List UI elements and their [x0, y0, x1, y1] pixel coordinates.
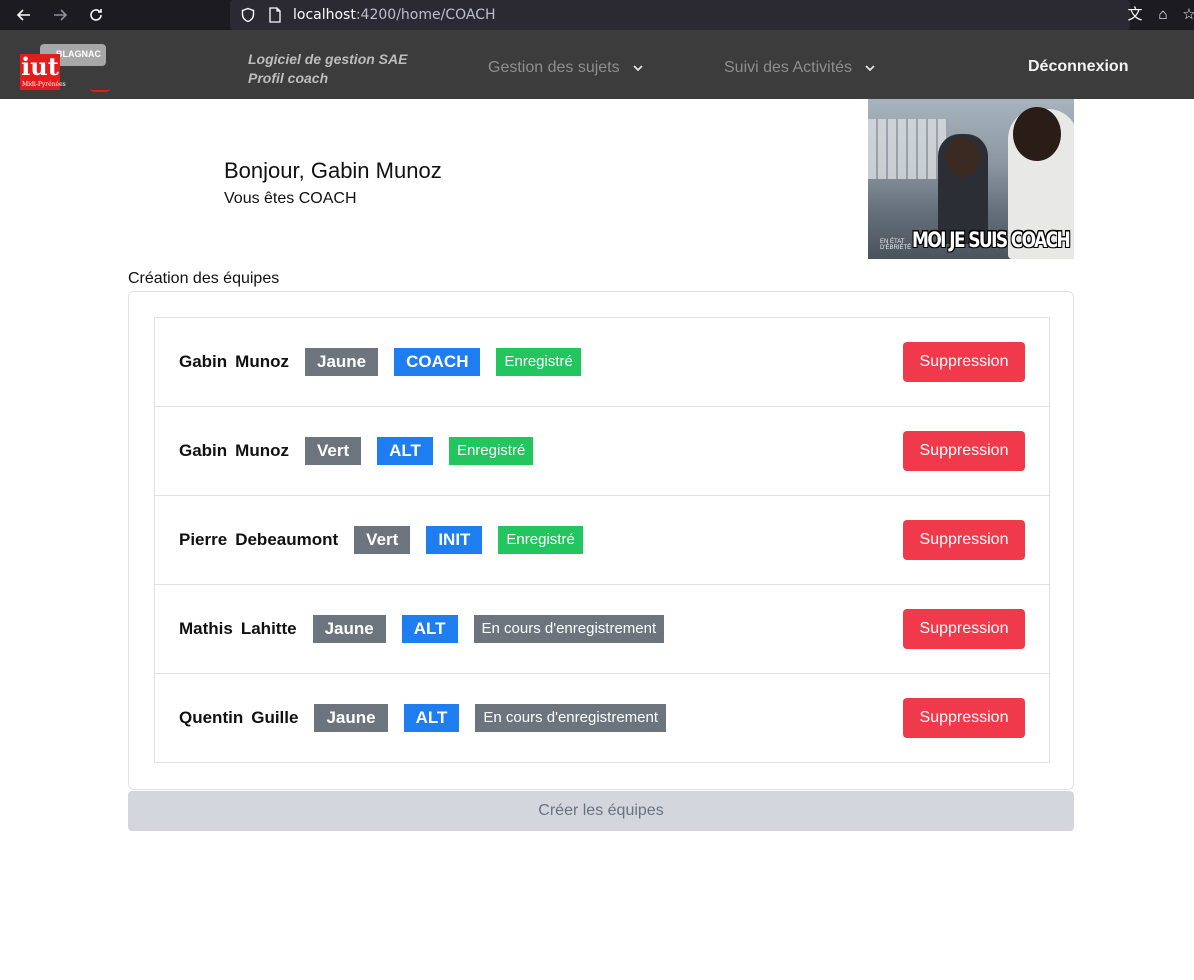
translate-icon[interactable]: 文: [1126, 6, 1144, 24]
team-color-badge: Jaune: [312, 615, 386, 643]
delete-button[interactable]: Suppression: [903, 609, 1025, 649]
logo-swoosh: [90, 88, 110, 92]
home-icon[interactable]: ⌂: [1154, 6, 1172, 24]
back-arrow-icon[interactable]: [14, 5, 34, 25]
star-icon[interactable]: ☆: [1180, 6, 1194, 24]
logout-link[interactable]: Déconnexion: [1028, 58, 1128, 76]
shield-icon[interactable]: [240, 7, 256, 23]
chevron-down-icon: [632, 65, 643, 72]
member-first-name: Gabin: [179, 352, 228, 371]
role-badge: INIT: [426, 526, 483, 554]
meme-watermark: EN ÉTAT D'ÉBRIÉTÉ: [880, 239, 912, 251]
page-icon[interactable]: [268, 7, 282, 23]
app-navbar: BLAGNAC iut Midi-Pyrénées Logiciel de ge…: [0, 30, 1194, 99]
member-first-name: Pierre: [179, 530, 228, 549]
browser-toolbar: localhost:4200/home/COACH 文 ⌂ ☆: [0, 0, 1194, 30]
status-badge: Enregistré: [498, 526, 583, 554]
role-badge: ALT: [403, 704, 460, 732]
role-badge: ALT: [401, 615, 458, 643]
team-member-row: Gabin Munoz Vert ALT Enregistré Suppress…: [154, 406, 1050, 496]
team-color-badge: Jaune: [305, 348, 379, 376]
url-text[interactable]: localhost:4200/home/COACH: [293, 7, 496, 23]
team-color-badge: Jaune: [314, 704, 388, 732]
logo-subtext: Midi-Pyrénées: [22, 81, 66, 88]
member-last-name: Munoz: [235, 441, 289, 460]
member-last-name: Debeaumont: [235, 530, 339, 549]
status-badge: En cours d'enregistrement: [473, 615, 665, 643]
app-subtitle-line1: Logiciel de gestion SAE: [248, 51, 408, 67]
url-bar[interactable]: localhost:4200/home/COACH: [230, 0, 1130, 30]
coach-meme-image: EN ÉTAT D'ÉBRIÉTÉ MOI JE SUIS COACH: [868, 99, 1074, 259]
team-member-row: Quentin Guille Jaune ALT En cours d'enre…: [154, 673, 1050, 763]
menu-activities[interactable]: Suivi des Activités: [724, 59, 876, 77]
meme-background: [868, 119, 948, 179]
member-last-name: Lahitte: [240, 619, 297, 638]
delete-button[interactable]: Suppression: [903, 520, 1025, 560]
teams-card: Gabin Munoz Jaune COACH Enregistré Suppr…: [128, 291, 1074, 790]
create-teams-button[interactable]: Créer les équipes: [128, 791, 1074, 831]
status-badge: Enregistré: [448, 437, 534, 465]
delete-button[interactable]: Suppression: [903, 698, 1025, 738]
status-badge: En cours d'enregistrement: [475, 704, 667, 732]
team-member-row: Mathis Lahitte Jaune ALT En cours d'enre…: [154, 584, 1050, 674]
section-title: Création des équipes: [128, 270, 280, 287]
meme-person-head: [946, 137, 980, 177]
teams-list: Gabin Munoz Jaune COACH Enregistré Suppr…: [154, 317, 1050, 763]
delete-button[interactable]: Suppression: [903, 342, 1025, 382]
member-first-name: Mathis: [179, 619, 233, 638]
member-first-name: Quentin: [179, 708, 244, 727]
reload-icon[interactable]: [86, 5, 106, 25]
chevron-down-icon: [865, 65, 875, 72]
meme-caption: MOI JE SUIS COACH: [912, 228, 1071, 253]
role-badge: ALT: [377, 437, 433, 465]
team-color-badge: Vert: [305, 437, 362, 465]
team-member-row: Pierre Debeaumont Vert INIT Enregistré S…: [154, 495, 1050, 585]
member-last-name: Guille: [251, 708, 299, 727]
team-color-badge: Vert: [354, 526, 411, 554]
member-last-name: Munoz: [235, 352, 289, 371]
menu-subjects-label: Gestion des sujets: [488, 59, 620, 76]
meme-person-head: [1013, 107, 1061, 161]
greeting-role: Vous êtes COACH: [224, 190, 357, 207]
menu-activities-label: Suivi des Activités: [724, 59, 853, 76]
member-first-name: Gabin: [179, 441, 228, 460]
app-subtitle-line2: Profil coach: [248, 70, 329, 86]
forward-arrow-icon[interactable]: [50, 5, 70, 25]
menu-subjects[interactable]: Gestion des sujets: [488, 59, 644, 77]
delete-button[interactable]: Suppression: [903, 431, 1025, 471]
team-member-row: Gabin Munoz Jaune COACH Enregistré Suppr…: [154, 317, 1050, 407]
role-badge: COACH: [394, 348, 481, 376]
app-subtitle: Logiciel de gestion SAE Profil coach: [248, 50, 407, 88]
status-badge: Enregistré: [496, 348, 581, 376]
iut-logo[interactable]: BLAGNAC iut Midi-Pyrénées: [18, 44, 110, 96]
greeting-title: Bonjour, Gabin Munoz: [224, 158, 442, 183]
